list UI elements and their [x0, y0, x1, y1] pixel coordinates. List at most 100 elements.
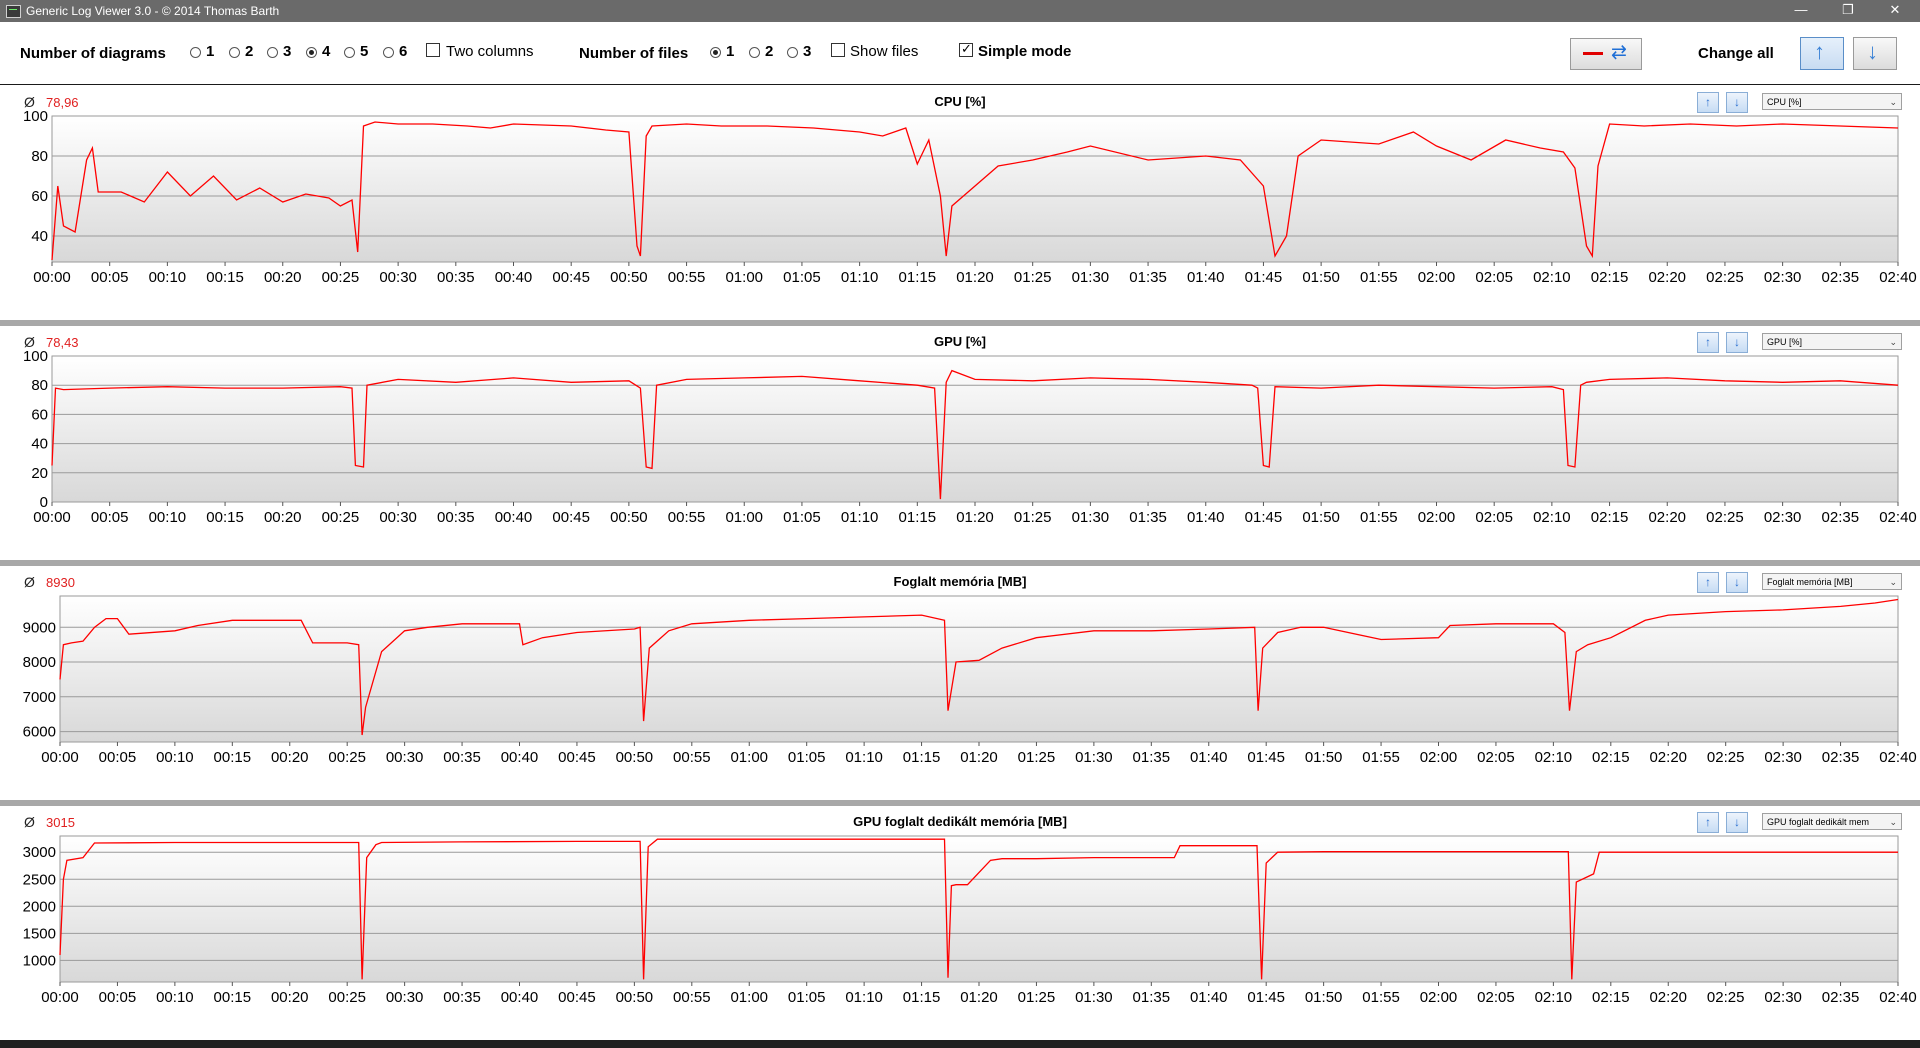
x-tick-label: 02:20: [1648, 269, 1686, 286]
x-tick-label: 00:05: [99, 989, 137, 1006]
minimize-button[interactable]: —: [1781, 0, 1821, 22]
files-radio-2[interactable]: [749, 47, 760, 58]
x-tick-label: 00:00: [33, 269, 71, 286]
x-tick-label: 01:25: [1018, 989, 1056, 1006]
change-all-down-button[interactable]: ↓: [1853, 37, 1897, 70]
x-tick-label: 01:45: [1245, 269, 1283, 286]
x-tick-label: 02:25: [1706, 269, 1744, 286]
diagrams-radio-4[interactable]: [306, 47, 317, 58]
x-tick-label: 01:30: [1072, 269, 1110, 286]
show-files-checkbox[interactable]: [831, 43, 845, 57]
close-button[interactable]: ✕: [1875, 0, 1915, 22]
title-bar: Generic Log Viewer 3.0 - © 2014 Thomas B…: [0, 0, 1920, 22]
x-tick-label: 02:35: [1822, 989, 1860, 1006]
x-tick-label: 00:55: [668, 269, 706, 286]
x-tick-label: 01:45: [1247, 989, 1285, 1006]
y-tick-label: 40: [31, 228, 48, 245]
x-tick-label: 01:10: [841, 269, 879, 286]
x-tick-label: 00:40: [501, 989, 539, 1006]
x-tick-label: 02:10: [1535, 749, 1573, 766]
x-tick-label: 00:15: [206, 269, 244, 286]
x-tick-label: 00:20: [264, 269, 302, 286]
x-tick-label: 01:30: [1075, 749, 1113, 766]
y-tick-label: 80: [31, 377, 48, 394]
red-line-icon: [1583, 52, 1603, 55]
two-columns-checkbox[interactable]: [426, 43, 440, 57]
x-tick-label: 02:15: [1591, 509, 1629, 526]
diagrams-radio-5[interactable]: [344, 47, 355, 58]
x-tick-label: 02:40: [1879, 269, 1917, 286]
x-tick-label: 02:00: [1420, 749, 1458, 766]
x-tick-label: 01:10: [845, 989, 883, 1006]
x-tick-label: 02:05: [1475, 269, 1513, 286]
y-tick-label: 8000: [23, 654, 56, 671]
diagrams-radio-1[interactable]: [190, 47, 201, 58]
x-tick-label: 00:40: [495, 269, 533, 286]
change-all-up-button[interactable]: ↑: [1800, 37, 1844, 70]
x-tick-label: 01:25: [1018, 749, 1056, 766]
x-tick-label: 01:50: [1302, 269, 1340, 286]
x-tick-label: 02:20: [1648, 509, 1686, 526]
x-tick-label: 01:35: [1129, 269, 1167, 286]
x-tick-label: 02:00: [1418, 269, 1456, 286]
x-tick-label: 00:00: [41, 989, 79, 1006]
y-tick-label: 60: [31, 406, 48, 423]
y-tick-label: 7000: [23, 689, 56, 706]
x-tick-label: 02:10: [1533, 509, 1571, 526]
x-tick-label: 01:00: [725, 269, 763, 286]
x-tick-label: 02:20: [1649, 989, 1687, 1006]
x-tick-label: 01:05: [783, 269, 821, 286]
x-tick-label: 00:35: [443, 989, 481, 1006]
x-tick-label: 01:10: [841, 509, 879, 526]
x-tick-label: 01:20: [956, 269, 994, 286]
number-of-diagrams-label: Number of diagrams: [20, 45, 166, 62]
x-tick-label: 01:10: [845, 749, 883, 766]
window-title: Generic Log Viewer 3.0 - © 2014 Thomas B…: [26, 4, 280, 18]
files-radio-3[interactable]: [787, 47, 798, 58]
x-tick-label: 01:25: [1014, 269, 1052, 286]
x-tick-label: 01:55: [1362, 989, 1400, 1006]
y-tick-label: 2500: [23, 871, 56, 888]
x-tick-label: 02:00: [1418, 509, 1456, 526]
y-tick-label: 9000: [23, 619, 56, 636]
simple-mode-label: Simple mode: [978, 43, 1072, 60]
x-tick-label: 02:20: [1649, 749, 1687, 766]
maximize-button[interactable]: ❐: [1828, 0, 1868, 22]
y-tick-label: 20: [31, 465, 48, 482]
y-tick-label: 2000: [23, 898, 56, 915]
diagrams-option-6: 6: [399, 43, 408, 60]
x-tick-label: 01:30: [1072, 509, 1110, 526]
x-tick-label: 00:05: [99, 749, 137, 766]
x-tick-label: 00:50: [610, 269, 648, 286]
x-tick-label: 01:00: [730, 989, 768, 1006]
x-tick-label: 00:50: [616, 989, 654, 1006]
x-tick-label: 02:30: [1764, 269, 1802, 286]
y-tick-label: 80: [31, 148, 48, 165]
x-tick-label: 02:00: [1420, 989, 1458, 1006]
x-tick-label: 01:00: [725, 509, 763, 526]
x-tick-label: 01:15: [899, 509, 937, 526]
x-tick-label: 00:10: [149, 509, 187, 526]
line-style-refresh-button[interactable]: ⇄: [1570, 38, 1642, 70]
x-tick-label: 02:35: [1822, 749, 1860, 766]
diagrams-radio-3[interactable]: [267, 47, 278, 58]
simple-mode-checkbox[interactable]: [959, 41, 973, 57]
x-tick-label: 00:50: [616, 749, 654, 766]
x-tick-label: 02:40: [1879, 749, 1917, 766]
y-tick-label: 60: [31, 188, 48, 205]
x-tick-label: 00:40: [501, 749, 539, 766]
number-of-files-label: Number of files: [579, 45, 689, 62]
refresh-icon: ⇄: [1611, 42, 1627, 63]
x-tick-label: 01:55: [1360, 509, 1398, 526]
files-radio-1[interactable]: [710, 47, 721, 58]
x-tick-label: 02:15: [1591, 269, 1629, 286]
plot-area: [59, 595, 1899, 743]
diagrams-radio-6[interactable]: [383, 47, 394, 58]
x-tick-label: 01:40: [1187, 269, 1225, 286]
diagrams-radio-2[interactable]: [229, 47, 240, 58]
x-tick-label: 00:30: [386, 749, 424, 766]
x-tick-label: 00:55: [668, 509, 706, 526]
y-tick-label: 1500: [23, 925, 56, 942]
x-tick-label: 02:30: [1764, 989, 1802, 1006]
x-tick-label: 01:30: [1075, 989, 1113, 1006]
